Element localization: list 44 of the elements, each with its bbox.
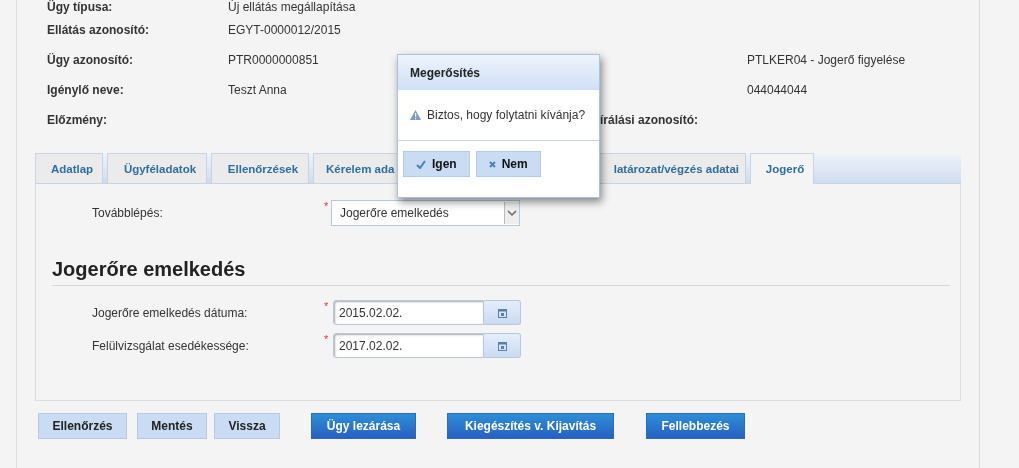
field-label: Jogerőre emelkedés dátuma: [91, 305, 249, 320]
close-icon [488, 160, 496, 168]
field-value: EGYT-0000012/2015 [228, 22, 341, 39]
field-value: Új ellátás megállapítása [228, 0, 356, 15]
action-button[interactable]: Kiegészítés v. Kijavítás [447, 413, 614, 439]
field-value: 044044044 [747, 82, 808, 99]
action-button[interactable]: Vissza [214, 413, 280, 439]
date-field[interactable]: 2017.02.02. [333, 333, 484, 358]
field-label: Előzmény: [47, 112, 107, 129]
section-heading: Jogerőre emelkedés [52, 258, 950, 286]
field-label: Ügy típusa: [47, 0, 113, 15]
field-label: írálási azonosító: [600, 113, 699, 127]
caret-icon [504, 202, 519, 224]
required-mark: * [324, 200, 330, 212]
dialog-title: Megerősítés [410, 65, 481, 80]
field-label: Ellátás azonosító: [47, 22, 150, 39]
tab[interactable]: Ellenőrzések [211, 153, 309, 183]
required-mark: * [324, 300, 330, 312]
tab[interactable]: Adatlap [35, 153, 103, 183]
tab[interactable]: Jogerő [750, 153, 814, 184]
action-button[interactable]: Ellenőrzés [38, 413, 127, 439]
action-button[interactable]: Fellebbezés [646, 413, 745, 439]
field-label: Felülvizsgálat esedékessége: [91, 338, 250, 353]
calendar-icon [497, 340, 507, 351]
calendar-button[interactable] [484, 333, 521, 358]
step-dropdown[interactable]: Jogerőre emelkedés [331, 200, 520, 226]
required-mark: * [324, 333, 330, 345]
calendar-icon [497, 307, 507, 318]
field-value: Teszt Anna [228, 82, 287, 99]
calendar-button[interactable] [484, 300, 521, 325]
field-value: PTLKER04 - Jogerő figyelése [747, 52, 906, 69]
dialog-button[interactable]: Igen [403, 151, 470, 177]
dialog-message: Biztos, hogy folytatni kívánja? [427, 108, 586, 122]
field-label: Továbblépés: [91, 206, 164, 220]
date-field[interactable]: 2015.02.02. [333, 300, 484, 325]
dialog-button[interactable]: Nem [475, 151, 541, 177]
warning-icon [410, 110, 421, 120]
field-value: PTR0000000851 [228, 52, 319, 69]
tab[interactable]: Ügyféladatok [107, 153, 207, 183]
action-button[interactable]: Ügy lezárása [311, 413, 416, 439]
field-label: Ügy azonosító: [47, 52, 133, 69]
field-label: Igénylő neve: [47, 82, 124, 99]
check-icon [416, 159, 426, 169]
action-button[interactable]: Mentés [137, 413, 207, 439]
